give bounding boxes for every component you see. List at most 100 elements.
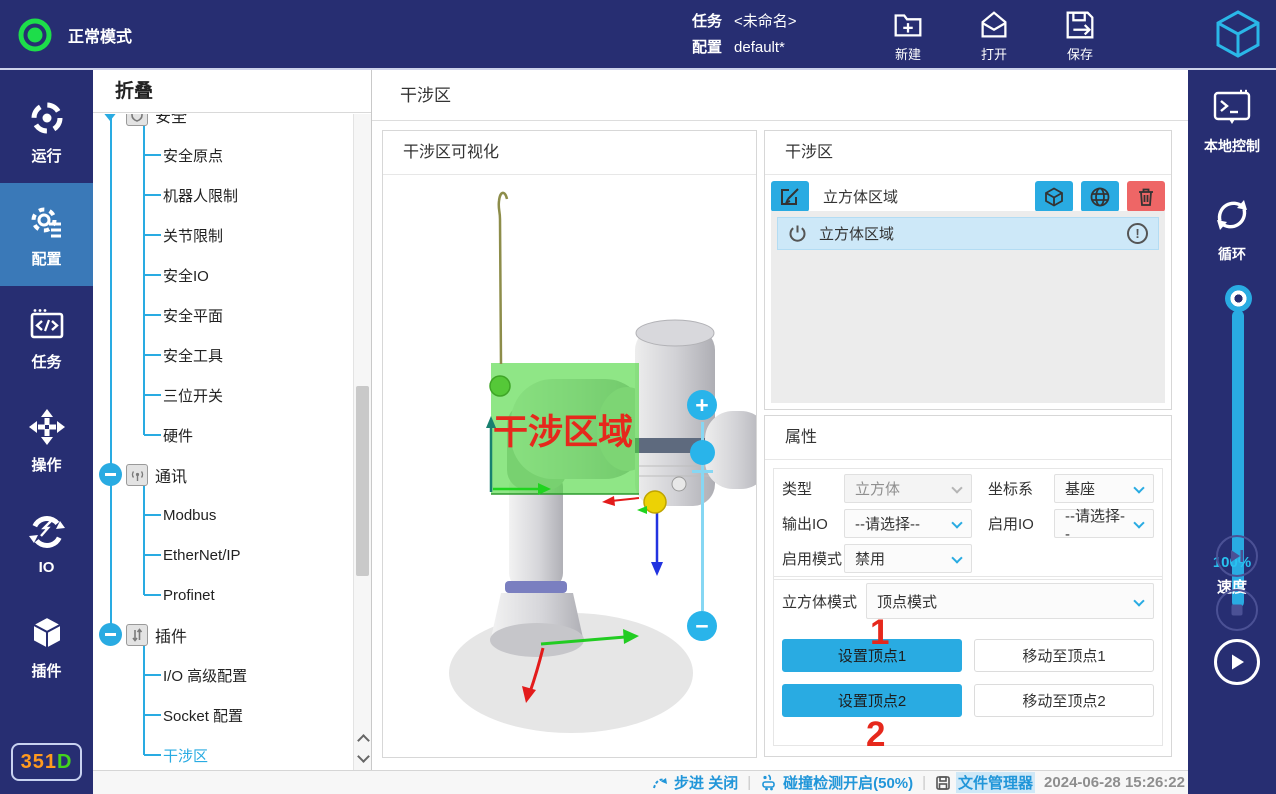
sidebar-item-label: 插件 [31, 660, 61, 681]
zoom-slider-knob[interactable] [690, 440, 715, 465]
set-vertex-2-button[interactable]: 设置顶点2 [782, 684, 962, 717]
loop-button[interactable]: 循环 [1188, 192, 1276, 264]
alert-icon[interactable]: ! [1127, 223, 1148, 244]
output-io-select[interactable]: --请选择-- [844, 509, 972, 538]
skip-icon [1228, 547, 1246, 565]
tree-item-safety-io[interactable]: 安全IO [93, 255, 353, 295]
chevron-down-icon [1133, 517, 1144, 528]
tree-item-label: 硬件 [163, 425, 193, 446]
sidebar-item-io[interactable]: IO [0, 492, 93, 595]
edit-zone-button[interactable] [771, 181, 809, 212]
stop-button[interactable] [1216, 589, 1258, 631]
enable-mode-select[interactable]: 禁用 [844, 544, 972, 573]
delete-zone-button[interactable] [1127, 181, 1165, 212]
cube-mode-section: 立方体模式 顶点模式 1 设置顶点1 移动至顶点1 设置顶点2 移动至顶点2 2 [773, 576, 1163, 746]
tree-item-plugin[interactable]: 插件 [93, 615, 353, 655]
terminal-icon [1210, 88, 1254, 130]
step-arrow-icon [652, 775, 669, 791]
tree-item-interference-zone[interactable]: 干涉区 [93, 735, 353, 770]
tree-item-security[interactable]: 安全 [93, 114, 353, 135]
properties-panel: 属性 类型 立方体 坐标系 基座 输出IO --请选择-- [764, 415, 1172, 757]
chevron-down-icon [1133, 482, 1144, 493]
add-sphere-zone-button[interactable] [1081, 181, 1119, 212]
tree-item-label: 安全IO [163, 265, 209, 286]
zone-list-item[interactable]: 立方体区域 ! [777, 217, 1159, 250]
tree-item-label: 机器人限制 [163, 185, 238, 206]
move-to-vertex-2-button[interactable]: 移动至顶点2 [974, 684, 1154, 717]
file-manager-button[interactable]: 文件管理器 [935, 772, 1035, 793]
local-control-button[interactable]: 本地控制 [1188, 88, 1276, 156]
scrollbar-thumb[interactable] [356, 386, 369, 576]
move-to-vertex-1-button[interactable]: 移动至顶点1 [974, 639, 1154, 672]
scroll-down-button[interactable] [354, 750, 372, 768]
tree-scrollbar[interactable] [353, 114, 371, 770]
save-button[interactable]: 保存 [1054, 7, 1106, 63]
collision-detection-status[interactable]: 碰撞检测开启(50%) [760, 772, 913, 793]
new-button[interactable]: 新建 [882, 7, 934, 63]
tree-item-socket-config[interactable]: Socket 配置 [93, 695, 353, 735]
zone-name-label: 立方体区域 [823, 186, 898, 207]
step-forward-button[interactable] [1216, 535, 1258, 577]
robot-mode-indicator[interactable]: 正常模式 [16, 0, 132, 70]
mode-label: 正常模式 [68, 23, 132, 47]
speed-slider-knob[interactable] [1225, 285, 1252, 312]
tree-item-label: 安全工具 [163, 345, 223, 366]
step-mode-status[interactable]: 步进 关闭 [652, 772, 738, 793]
open-icon [976, 7, 1012, 43]
sidebar-item-config[interactable]: 配置 [0, 183, 93, 286]
tree-item-label: Modbus [163, 507, 216, 524]
type-select[interactable]: 立方体 [844, 474, 972, 503]
run-icon [27, 98, 67, 138]
enable-io-select[interactable]: --请选择-- [1054, 509, 1154, 538]
tree-item-io-advanced-config[interactable]: I/O 高级配置 [93, 655, 353, 695]
zoom-out-button[interactable]: − [687, 611, 717, 641]
sidebar-item-run[interactable]: 运行 [0, 80, 93, 183]
visualization-panel: 干涉区可视化 [382, 130, 757, 758]
app-root: 正常模式 任务<未命名> 配置default* 新建 打开 [0, 0, 1276, 794]
tree-item-safety-tool[interactable]: 安全工具 [93, 335, 353, 375]
sidebar-item-task[interactable]: 任务 [0, 286, 93, 389]
tree-item-joint-limits[interactable]: 关节限制 [93, 215, 353, 255]
tree-item-three-position-switch[interactable]: 三位开关 [93, 375, 353, 415]
collapse-triangle-icon[interactable] [102, 114, 118, 121]
frame-select-value: 基座 [1065, 478, 1095, 499]
security-icon [126, 114, 148, 126]
collapse-minus-icon[interactable] [99, 463, 122, 486]
enable-mode-select-value: 禁用 [855, 548, 885, 569]
tree-item-profinet[interactable]: Profinet [93, 575, 353, 615]
status-bar: 步进 关闭 | 碰撞检测开启(50%) | 文件管理器 2024-06-28 1… [93, 770, 1188, 794]
io-cycle-icon [27, 512, 67, 552]
sidebar-item-label: 运行 [31, 145, 61, 166]
add-cube-zone-button[interactable] [1035, 181, 1073, 212]
tree-item-safety-plane[interactable]: 安全平面 [93, 295, 353, 335]
zone-item-label: 立方体区域 [819, 223, 894, 244]
enable-io-select-value: --请选择-- [1065, 505, 1129, 543]
collision-detection-label: 碰撞检测开启(50%) [783, 772, 913, 793]
zoom-in-button[interactable]: + [687, 390, 717, 420]
frame-select[interactable]: 基座 [1054, 474, 1154, 503]
tree-item-hardware[interactable]: 硬件 [93, 415, 353, 455]
save-button-label: 保存 [1067, 44, 1093, 63]
collapse-minus-icon[interactable] [99, 623, 122, 646]
tree-item-modbus[interactable]: Modbus [93, 495, 353, 535]
new-folder-icon [890, 7, 926, 43]
tree-item-communication[interactable]: 通讯 [93, 455, 353, 495]
scroll-up-button[interactable] [354, 730, 372, 748]
cube-mode-select[interactable]: 顶点模式 [866, 583, 1154, 619]
open-button[interactable]: 打开 [968, 7, 1020, 63]
task-label: 任务 [692, 9, 722, 35]
tree-item-robot-limits[interactable]: 机器人限制 [93, 175, 353, 215]
local-control-label: 本地控制 [1188, 136, 1276, 156]
globe-icon [1089, 186, 1111, 208]
3d-viewport[interactable]: 干涉区域 + − [383, 176, 756, 757]
move-arrows-icon [27, 407, 67, 447]
tree-collapse-header[interactable]: 折叠 [93, 70, 371, 113]
properties-form: 类型 立方体 坐标系 基座 输出IO --请选择-- 启用IO [773, 468, 1163, 580]
sidebar-item-operate[interactable]: 操作 [0, 389, 93, 492]
tree-item-label: 插件 [155, 623, 187, 647]
play-button[interactable] [1214, 639, 1260, 685]
sidebar-item-plugin[interactable]: 插件 [0, 595, 93, 698]
tree-item-safety-origin[interactable]: 安全原点 [93, 135, 353, 175]
tree-item-ethernet-ip[interactable]: EtherNet/IP [93, 535, 353, 575]
tree-item-label: Profinet [163, 587, 215, 604]
